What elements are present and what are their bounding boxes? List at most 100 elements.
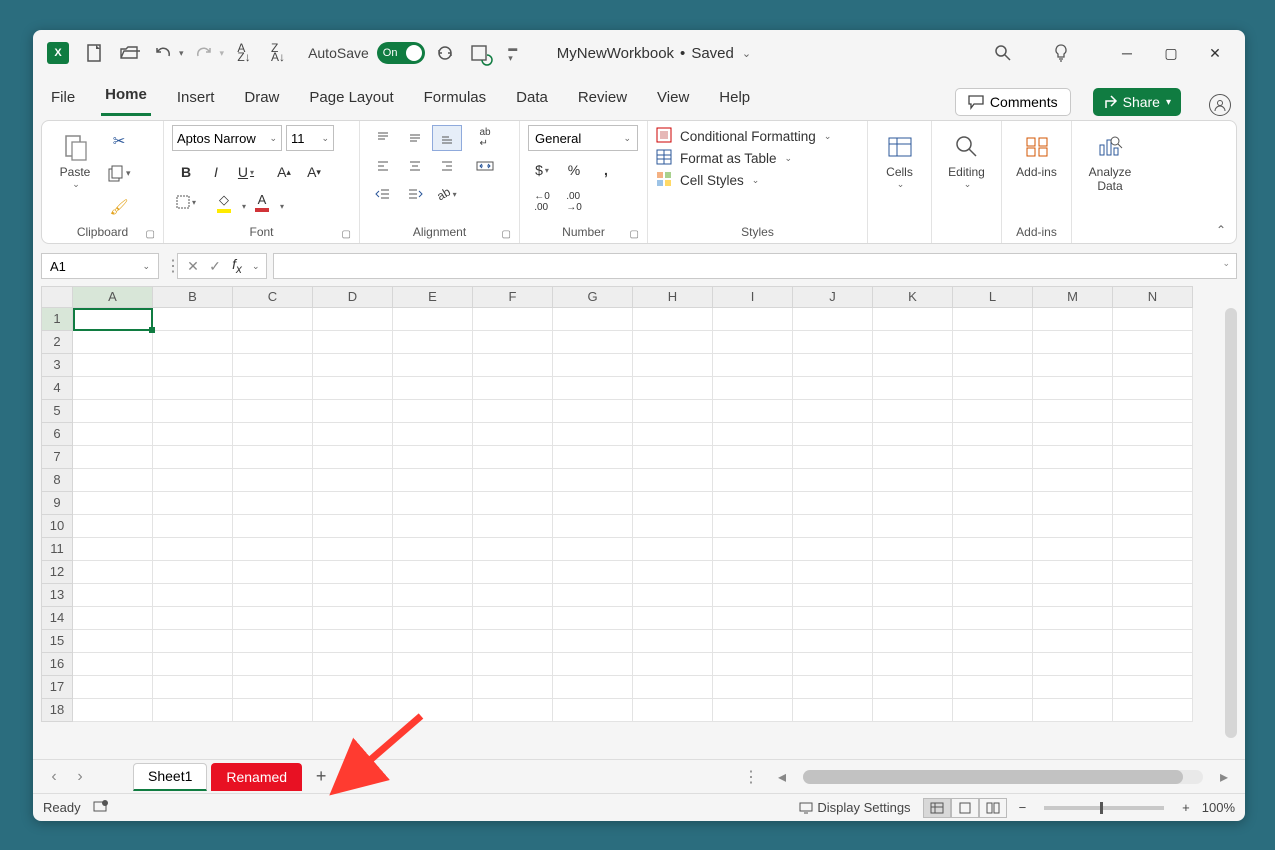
comments-button[interactable]: Comments <box>955 88 1071 116</box>
cell[interactable] <box>633 423 713 446</box>
minimize-button[interactable]: ─ <box>1105 38 1149 68</box>
cell[interactable] <box>633 354 713 377</box>
display-settings-button[interactable]: Display Settings <box>799 800 910 815</box>
hscroll-left[interactable]: ◂ <box>769 764 795 790</box>
cell[interactable] <box>1033 446 1113 469</box>
cell[interactable] <box>1113 699 1193 722</box>
cell-styles-button[interactable]: Cell Styles⌄ <box>656 171 831 189</box>
cell[interactable] <box>1033 561 1113 584</box>
cell[interactable] <box>553 676 633 699</box>
cell[interactable] <box>713 538 793 561</box>
cell[interactable] <box>1113 469 1193 492</box>
search-icon[interactable] <box>989 39 1017 67</box>
cell[interactable] <box>553 446 633 469</box>
cell[interactable] <box>633 676 713 699</box>
cell[interactable] <box>713 676 793 699</box>
cell[interactable] <box>313 561 393 584</box>
cell[interactable] <box>793 538 873 561</box>
cell[interactable] <box>713 584 793 607</box>
cell[interactable] <box>553 699 633 722</box>
cell[interactable] <box>873 630 953 653</box>
cell[interactable] <box>793 607 873 630</box>
sort-desc-icon[interactable]: ZA↓ <box>264 39 292 67</box>
sync-icon[interactable] <box>431 39 459 67</box>
name-box[interactable]: A1⌄ <box>41 253 159 279</box>
cell[interactable] <box>793 423 873 446</box>
cells-button[interactable]: Cells⌄ <box>876 125 923 223</box>
cell[interactable] <box>473 515 553 538</box>
cell[interactable] <box>873 354 953 377</box>
cell[interactable] <box>153 354 233 377</box>
row-header[interactable]: 11 <box>41 538 73 561</box>
row-header[interactable]: 18 <box>41 699 73 722</box>
underline-button[interactable]: U▾ <box>232 159 260 185</box>
cell[interactable] <box>553 377 633 400</box>
cell[interactable] <box>153 446 233 469</box>
borders-button[interactable]: ▾ <box>172 189 200 215</box>
column-header[interactable]: C <box>233 286 313 308</box>
cell[interactable] <box>873 331 953 354</box>
add-sheet-button[interactable]: + <box>306 763 336 791</box>
tab-page-layout[interactable]: Page Layout <box>305 81 397 116</box>
cell[interactable] <box>473 584 553 607</box>
column-header[interactable]: J <box>793 286 873 308</box>
row-header[interactable]: 13 <box>41 584 73 607</box>
increase-font-icon[interactable]: A▴ <box>270 159 298 185</box>
sheet-options-icon[interactable]: ⋮ <box>743 767 759 787</box>
lightbulb-icon[interactable] <box>1047 39 1075 67</box>
cell[interactable] <box>313 538 393 561</box>
cell[interactable] <box>473 630 553 653</box>
row-header[interactable]: 16 <box>41 653 73 676</box>
column-header[interactable]: K <box>873 286 953 308</box>
cell[interactable] <box>553 354 633 377</box>
number-launcher[interactable]: ▢ <box>630 229 639 240</box>
cell[interactable] <box>553 584 633 607</box>
row-header[interactable]: 1 <box>41 308 73 331</box>
cell[interactable] <box>873 377 953 400</box>
cell[interactable] <box>153 308 233 331</box>
cell[interactable] <box>233 584 313 607</box>
sheet-tab-sheet1[interactable]: Sheet1 <box>133 763 207 791</box>
document-title[interactable]: MyNewWorkbook • Saved ⌄ <box>557 45 751 62</box>
cell[interactable] <box>153 400 233 423</box>
cancel-formula-icon[interactable]: ✕ <box>184 258 202 275</box>
align-center-icon[interactable] <box>400 153 430 179</box>
new-file-icon[interactable] <box>81 39 109 67</box>
cell[interactable] <box>73 699 153 722</box>
tab-draw[interactable]: Draw <box>240 81 283 116</box>
cell[interactable] <box>473 423 553 446</box>
page-break-view-icon[interactable] <box>979 798 1007 818</box>
cell[interactable] <box>73 538 153 561</box>
decrease-font-icon[interactable]: A▾ <box>300 159 328 185</box>
cell[interactable] <box>393 653 473 676</box>
cell[interactable] <box>1033 699 1113 722</box>
cell[interactable] <box>393 699 473 722</box>
normal-view-icon[interactable] <box>923 798 951 818</box>
cell[interactable] <box>1033 515 1113 538</box>
decrease-indent-icon[interactable] <box>368 181 398 207</box>
cell[interactable] <box>633 607 713 630</box>
cell[interactable] <box>953 653 1033 676</box>
cell[interactable] <box>73 308 153 331</box>
cell[interactable] <box>713 492 793 515</box>
cell[interactable] <box>313 400 393 423</box>
tab-data[interactable]: Data <box>512 81 552 116</box>
bold-button[interactable]: B <box>172 159 200 185</box>
font-name-select[interactable]: Aptos Narrow⌄ <box>172 125 282 151</box>
row-header[interactable]: 15 <box>41 630 73 653</box>
cell[interactable] <box>233 630 313 653</box>
cell[interactable] <box>393 515 473 538</box>
zoom-slider[interactable] <box>1044 806 1164 810</box>
cell[interactable] <box>793 354 873 377</box>
row-header[interactable]: 12 <box>41 561 73 584</box>
cell[interactable] <box>953 469 1033 492</box>
cell[interactable] <box>73 515 153 538</box>
sort-asc-icon[interactable]: AZ↓ <box>230 39 258 67</box>
row-header[interactable]: 9 <box>41 492 73 515</box>
cell[interactable] <box>633 561 713 584</box>
collapse-ribbon-icon[interactable]: ⌃ <box>1216 223 1226 237</box>
cell[interactable] <box>953 607 1033 630</box>
cell[interactable] <box>633 446 713 469</box>
conditional-formatting-button[interactable]: Conditional Formatting⌄ <box>656 127 831 145</box>
save-status-icon[interactable] <box>465 39 493 67</box>
